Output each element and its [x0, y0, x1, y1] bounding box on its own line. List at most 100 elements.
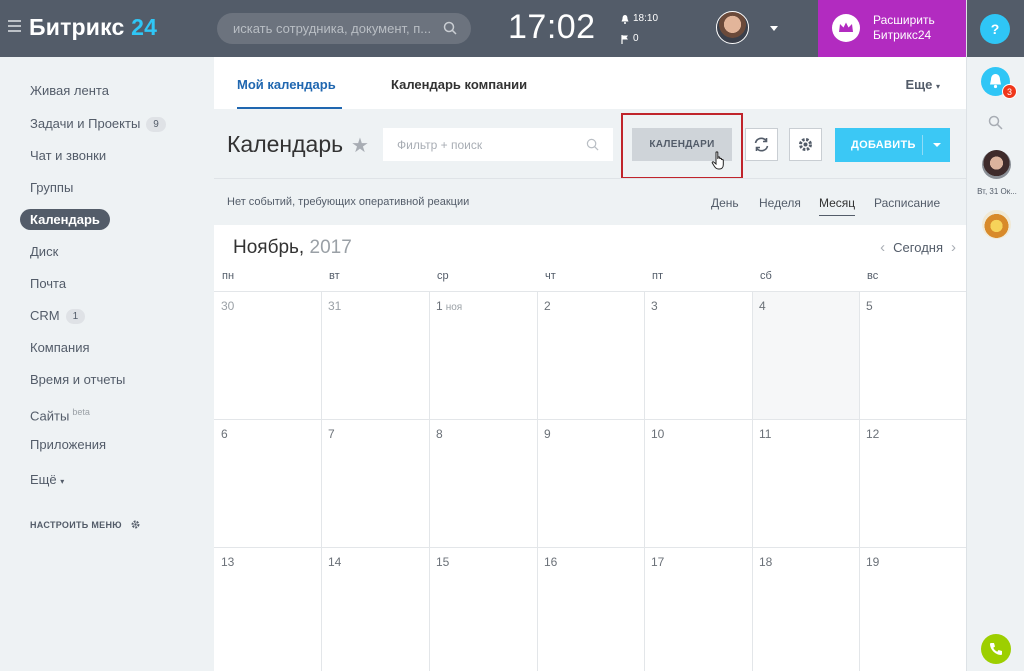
day-cell[interactable]: 11	[759, 427, 771, 441]
day-cell[interactable]: 30	[221, 299, 234, 313]
month-name: Ноябрь,	[233, 237, 305, 258]
view-schedule[interactable]: Расписание	[874, 196, 940, 210]
view-day[interactable]: День	[711, 196, 739, 210]
sidebar-item-tasks[interactable]: Задачи и Проекты 9	[30, 114, 166, 134]
day-cell[interactable]: 7	[328, 427, 335, 441]
tab-more[interactable]: Еще ▾	[905, 77, 940, 92]
day-cell[interactable]: 12	[866, 427, 879, 441]
day-number: 12	[866, 427, 880, 441]
tab-company-calendar[interactable]: Календарь компании	[391, 77, 527, 92]
day-cell[interactable]: 19	[866, 555, 879, 569]
chevron-down-icon: ▾	[60, 477, 65, 486]
chevron-down-icon[interactable]	[933, 143, 941, 147]
upgrade-button[interactable]: Расширить Битрикс24	[818, 0, 966, 57]
help-button[interactable]: ?	[980, 14, 1010, 44]
recent-chat-avatar-2[interactable]	[982, 210, 1011, 239]
day-cell[interactable]: 2	[544, 299, 551, 313]
day-cell[interactable]: 13	[221, 555, 234, 569]
filter-search-input[interactable]	[397, 128, 587, 161]
day-cell[interactable]: 6	[221, 427, 228, 441]
view-week[interactable]: Неделя	[759, 196, 801, 210]
crown-icon	[832, 14, 860, 42]
day-cell[interactable]: 4	[759, 299, 766, 313]
sidebar-item-disk[interactable]: Диск	[30, 242, 58, 262]
weekday-header: вс	[867, 270, 879, 282]
day-cell[interactable]: 1 ноя	[436, 299, 462, 313]
flag-icon	[621, 34, 628, 44]
sidebar-item-sites[interactable]: Сайты beta	[30, 402, 90, 423]
day-number: 10	[651, 427, 665, 441]
favorite-star-icon[interactable]: ★	[351, 133, 369, 158]
sync-button[interactable]	[745, 128, 778, 161]
sync-icon	[754, 137, 769, 152]
day-cell[interactable]: 10	[651, 427, 664, 441]
configure-menu-button[interactable]: НАСТРОИТЬ МЕНЮ	[30, 519, 141, 530]
gear-icon	[799, 138, 812, 151]
sidebar-item-mail[interactable]: Почта	[30, 274, 66, 294]
beta-label: beta	[72, 407, 90, 417]
phone-icon[interactable]	[981, 634, 1011, 664]
sidebar-item-time-reports[interactable]: Время и отчеты	[30, 370, 125, 390]
day-cell[interactable]: 18	[759, 555, 772, 569]
hand-cursor-icon	[711, 151, 724, 170]
weekday-header: пт	[652, 270, 663, 282]
sidebar-item-calendar[interactable]: Календарь	[20, 209, 110, 230]
day-number: 13	[221, 555, 235, 569]
clock[interactable]: 17:02	[508, 8, 596, 47]
day-cell[interactable]: 16	[544, 555, 557, 569]
settings-button[interactable]	[789, 128, 822, 161]
sidebar-item-label: Почта	[30, 276, 67, 291]
logo-number: 24	[131, 14, 158, 40]
global-search[interactable]	[217, 13, 471, 44]
day-cell[interactable]: 31	[328, 299, 341, 313]
day-cell[interactable]: 3	[651, 299, 658, 313]
chevron-down-icon[interactable]	[770, 26, 778, 31]
sidebar-item-crm[interactable]: CRM 1	[30, 306, 86, 326]
prev-month-icon[interactable]: ‹	[880, 239, 885, 256]
today-button[interactable]: Сегодня	[893, 240, 943, 255]
day-cell[interactable]: 15	[436, 555, 449, 569]
day-cell[interactable]: 14	[328, 555, 341, 569]
menu-burger-icon[interactable]	[8, 20, 21, 32]
search-icon[interactable]	[988, 115, 1003, 130]
info-bar: Нет событий, требующих оперативной реакц…	[214, 178, 966, 225]
search-icon[interactable]	[586, 138, 599, 151]
recent-chat-avatar[interactable]	[982, 150, 1011, 179]
day-number: 15	[436, 555, 450, 569]
time-info[interactable]: 18:10 0	[621, 9, 658, 49]
sidebar-item-more[interactable]: Ещё ▾	[30, 470, 64, 490]
grid-line	[859, 291, 860, 671]
day-number: 7	[328, 427, 335, 441]
day-cell[interactable]: 8	[436, 427, 443, 441]
sidebar-item-company[interactable]: Компания	[30, 338, 90, 358]
sidebar-item-apps[interactable]: Приложения	[30, 435, 106, 455]
sidebar-item-label: Приложения	[30, 437, 107, 452]
view-month[interactable]: Месяц	[819, 196, 856, 216]
day-cell[interactable]: 5	[866, 299, 873, 313]
add-event-button[interactable]: ДОБАВИТЬ	[835, 128, 950, 162]
grid-line	[214, 419, 966, 420]
user-avatar[interactable]	[716, 11, 749, 44]
add-button-label: ДОБАВИТЬ	[851, 139, 916, 151]
day-cell[interactable]: 17	[651, 555, 664, 569]
day-number: 3	[651, 299, 658, 313]
day-number: 14	[328, 555, 342, 569]
sidebar-item-feed[interactable]: Живая лента	[30, 81, 109, 101]
search-icon[interactable]	[443, 21, 457, 35]
global-search-input[interactable]	[233, 13, 443, 44]
day-cell[interactable]: 9	[544, 427, 551, 441]
grid-line	[752, 291, 753, 671]
logo[interactable]: Битрикс 24	[29, 14, 157, 41]
weekend-cell-bg	[753, 292, 859, 419]
day-number: 11	[759, 427, 772, 441]
sidebar-item-chat[interactable]: Чат и звонки	[30, 146, 106, 166]
tab-my-calendar[interactable]: Мой календарь	[237, 77, 336, 92]
left-menu: Живая лента Задачи и Проекты 9 Чат и звон…	[0, 57, 214, 671]
day-number: 2	[544, 299, 551, 313]
month-calendar: Ноябрь, 2017 ‹ Сегодня › пн вт ср чт пт сб вс 3…	[214, 225, 966, 671]
next-month-icon[interactable]: ›	[951, 239, 956, 256]
add-button-separator	[922, 135, 923, 155]
counter-badge: 9	[146, 117, 166, 133]
filter-search[interactable]	[383, 128, 613, 161]
sidebar-item-groups[interactable]: Группы	[30, 178, 73, 198]
